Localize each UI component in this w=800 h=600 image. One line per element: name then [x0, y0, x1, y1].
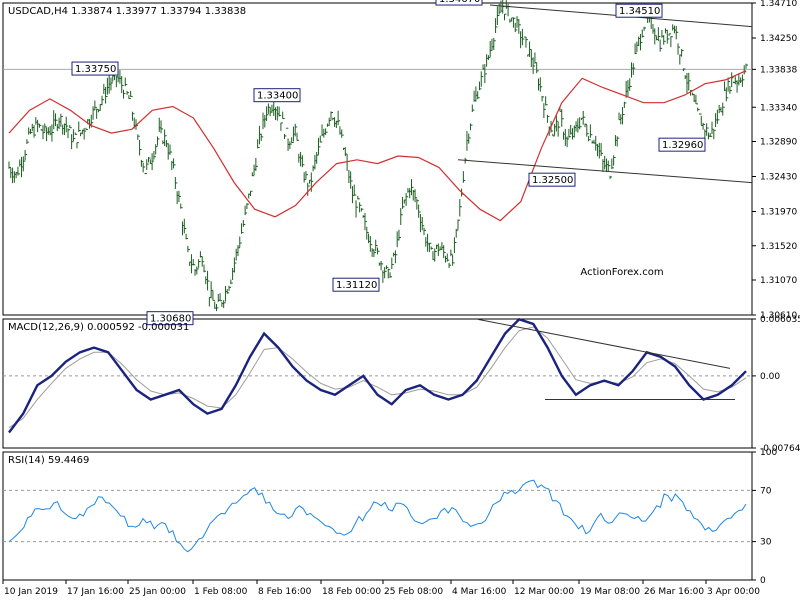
price-y-tick-label: 1.31970 [760, 208, 797, 218]
level-label: 1.34670 [435, 0, 483, 6]
level-label-text: 1.32960 [662, 140, 703, 151]
rsi-y-tick-label: 70 [760, 486, 772, 496]
price-y-tick-label: 1.31520 [760, 242, 797, 252]
chart-canvas: 1.34710 1.34250 1.33838 1.33340 1.32890 1.324… [2, 0, 800, 597]
price-y-tick-label: 1.33340 [760, 103, 797, 113]
level-label-text: 1.33400 [257, 91, 298, 102]
x-tick-label: 8 Feb 16:00 [258, 587, 312, 597]
level-label-text: 1.33750 [75, 64, 116, 75]
macd-y-tick-label: 0.00 [760, 372, 780, 382]
price-y-tick-label: 1.32890 [760, 137, 797, 147]
level-label: 1.32960 [658, 137, 706, 152]
level-label: 1.34510 [615, 3, 663, 18]
level-label-text: 1.32500 [532, 175, 573, 186]
level-label: 1.33750 [71, 61, 119, 76]
x-tick-label: 1 Feb 08:00 [194, 587, 248, 597]
x-tick-label: 3 Apr 00:00 [707, 587, 760, 597]
level-label: 1.33400 [253, 88, 301, 103]
watermark: ActionForex.com [580, 267, 663, 278]
rsi-y-tick-label: 100 [760, 448, 777, 458]
rsi-y-tick-label: 0 [760, 576, 766, 586]
x-tick-label: 10 Jan 2019 [4, 587, 58, 597]
level-label-text: 1.34510 [619, 6, 660, 17]
level-label: 1.31120 [332, 277, 380, 292]
pane-frame-macd [2, 318, 753, 449]
price-y-tick-label: 1.34250 [760, 34, 797, 44]
price-y-tick-label: 1.31070 [760, 276, 797, 286]
current-price-label: 1.33838 [760, 65, 797, 75]
x-tick-label: 19 Mar 08:00 [580, 587, 640, 597]
x-tick-label: 25 Jan 00:00 [129, 587, 186, 597]
x-tick-label: 25 Feb 08:00 [384, 587, 443, 597]
x-tick-label: 26 Mar 16:00 [644, 587, 704, 597]
macd-y-tick-label: 0.006035 [760, 315, 800, 325]
price-y-tick-label: 1.34710 [760, 0, 797, 9]
x-tick-label: 4 Mar 16:00 [452, 587, 507, 597]
price-y-tick-label: 1.32430 [760, 173, 797, 183]
rsi-pane-title: RSI(14) 59.4469 [8, 455, 89, 466]
x-tick-label: 12 Mar 00:00 [514, 587, 574, 597]
level-label-text: 1.34670 [439, 0, 480, 5]
rsi-y-tick-label: 30 [760, 538, 772, 548]
x-tick-label: 17 Jan 16:00 [67, 587, 124, 597]
level-label-text: 1.31120 [336, 280, 377, 291]
pane-frame-rsi [2, 451, 753, 581]
price-pane-title: USDCAD,H4 1.33874 1.33977 1.33794 1.3383… [8, 6, 246, 17]
x-tick-label: 18 Feb 00:00 [322, 587, 381, 597]
level-label: 1.32500 [528, 172, 576, 187]
macd-pane-title: MACD(12,26,9) 0.000592 -0.000031 [8, 322, 189, 333]
